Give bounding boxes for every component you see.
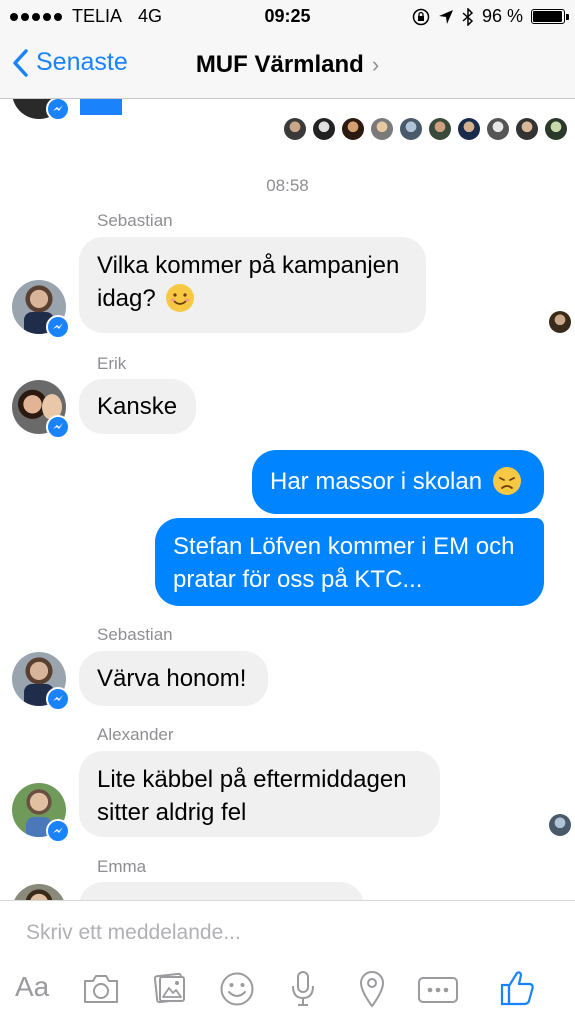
gallery-icon[interactable] [152,971,188,1005]
chevron-right-icon: › [371,52,380,77]
camera-icon[interactable] [82,973,120,1005]
battery-percent: 96 % [481,6,523,26]
seen-avatar [313,118,335,140]
message-input[interactable]: Skriv ett meddelande... [26,921,241,945]
orientation-lock-icon [412,8,430,25]
message-text-line: Vilka kommer på kampanjen [97,252,400,279]
sender-name: Sebastian [97,211,173,230]
sender-name: Alexander [97,725,174,744]
partial-image [80,99,122,115]
messenger-badge-icon [46,315,70,339]
messenger-badge-icon [46,819,70,843]
microphone-icon[interactable] [290,970,316,1008]
messenger-badge-icon [46,687,70,711]
seen-avatar [545,118,567,140]
message-text: Kanske [97,393,178,420]
seen-avatar [342,118,364,140]
location-icon[interactable] [358,970,386,1008]
text-format-button[interactable]: Aa [15,971,49,1003]
messenger-badge-icon [46,99,70,121]
seen-avatar [429,118,451,140]
seen-by-row [284,118,574,144]
message-text-line: pratar för oss på KTC... [173,566,423,593]
message-composer: Skriv ett meddelande... Aa [0,900,575,1025]
message-bubble[interactable]: Lite käbbel på eftermiddagen sitter aldr… [79,751,440,837]
seen-avatar [284,118,306,140]
like-icon[interactable] [500,969,536,1007]
battery-icon [531,9,569,24]
message-bubble[interactable] [79,882,364,900]
seen-avatar [516,118,538,140]
avatar-emma[interactable] [12,884,66,900]
message-text: Värva honom! [97,665,247,692]
disappointed-emoji-icon [492,466,521,495]
composer-toolbar: Aa [0,967,575,1015]
sender-name: Emma [97,857,147,876]
bluetooth-icon [462,7,474,26]
message-list[interactable]: 08:58 Sebastian Vilka kommer på kampanje… [0,99,575,900]
title-text: MUF Värmland [195,51,364,78]
message-text: Har massor i skolan [270,468,483,495]
status-bar: TELIA 4G 09:25 96 % [0,0,575,34]
message-text-line: sitter aldrig fel [97,799,247,826]
message-text-line: Lite käbbel på eftermiddagen [97,766,407,793]
conversation-title[interactable]: MUF Värmland › [0,51,575,79]
seen-avatar [549,311,571,333]
message-timestamp: 08:58 [266,176,309,195]
seen-avatar [487,118,509,140]
emoji-icon[interactable] [219,971,255,1007]
messenger-badge-icon [46,415,70,439]
message-bubble[interactable]: Vilka kommer på kampanjen idag? [79,237,426,333]
smiling-emoji-icon [166,283,195,312]
message-bubble[interactable]: Värva honom! [79,651,268,706]
message-text-line-wrap: idag? [97,282,408,315]
message-text-line: idag? [97,285,156,312]
more-icon[interactable] [418,977,458,1003]
message-bubble-outgoing[interactable]: Har massor i skolan [252,450,544,514]
seen-avatar [400,118,422,140]
message-bubble-outgoing[interactable]: Stefan Löfven kommer i EM och pratar för… [155,518,544,606]
location-arrow-icon [438,9,453,24]
seen-avatar [458,118,480,140]
status-right: 96 % [412,6,569,27]
sender-name: Sebastian [97,625,173,644]
message-bubble[interactable]: Kanske [79,379,196,434]
seen-avatar [371,118,393,140]
message-text-line: Stefan Löfven kommer i EM och [173,533,515,560]
navigation-bar: Senaste MUF Värmland › [0,34,575,99]
sender-name: Erik [97,354,127,373]
seen-avatar [549,814,571,836]
battery-fill [533,11,562,22]
